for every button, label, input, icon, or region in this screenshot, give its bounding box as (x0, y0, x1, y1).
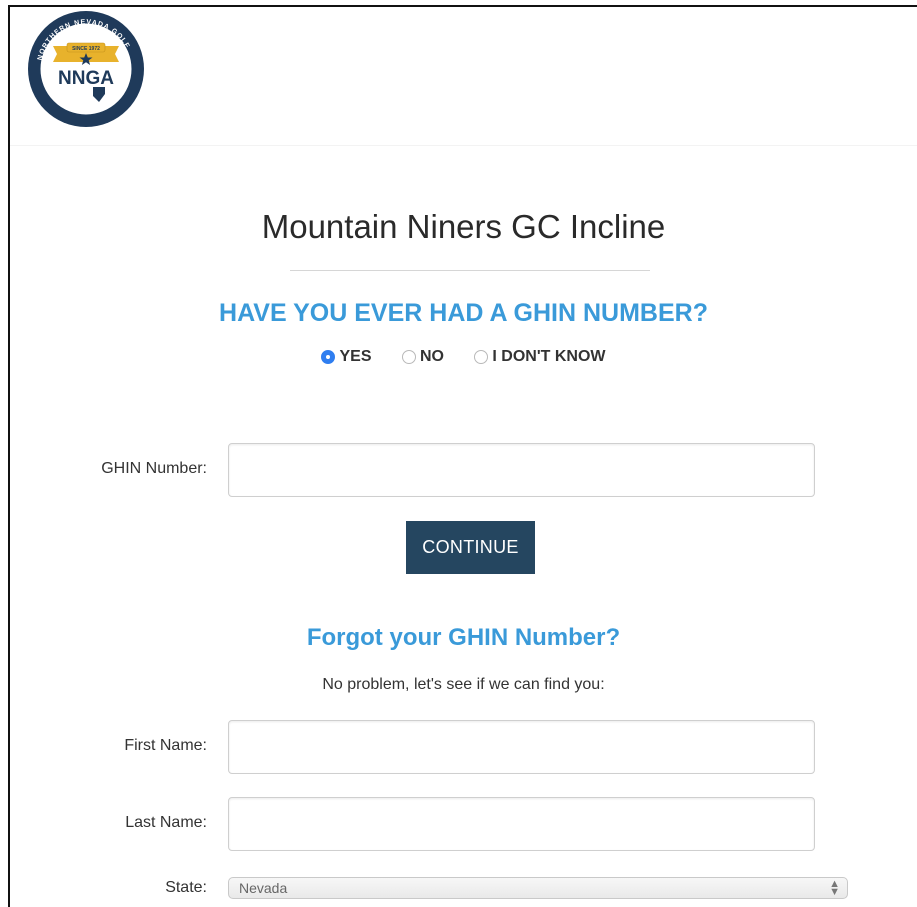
browser-frame: NORTHERN NEVADA GOLF SINCE 1972 SINCE 19… (8, 5, 917, 907)
ghin-radio-group: YES NO I DON'T KNOW (10, 348, 917, 369)
ghin-question-heading: HAVE YOU EVER HAD A GHIN NUMBER? (219, 299, 708, 327)
ghin-number-input[interactable] (228, 443, 815, 497)
radio-yes-label: YES (339, 348, 372, 365)
title-divider (290, 270, 650, 271)
radio-no[interactable]: NO (401, 348, 444, 366)
radio-yes-circle[interactable] (321, 350, 336, 364)
state-select-value: Nevada (239, 880, 288, 896)
ghin-number-label: GHIN Number: (101, 460, 207, 477)
page-title: Mountain Niners GC Incline (261, 208, 666, 245)
logo-banner-text: SINCE 1972 (72, 46, 100, 52)
forgot-ghin-subtext: No problem, let's see if we can find you… (322, 676, 605, 693)
first-name-input[interactable] (228, 720, 815, 774)
select-updown-icon: ▲ ▼ (829, 878, 840, 898)
nnga-logo[interactable]: NORTHERN NEVADA GOLF SINCE 1972 SINCE 19… (27, 10, 145, 128)
radio-no-circle[interactable] (401, 350, 416, 364)
logo-wordmark: NNGA (58, 68, 114, 89)
radio-dont-know[interactable]: I DON'T KNOW (474, 348, 606, 366)
radio-dont-know-label: I DON'T KNOW (492, 348, 606, 365)
last-name-label: Last Name: (125, 814, 207, 831)
first-name-label: First Name: (124, 737, 207, 754)
state-label: State: (165, 879, 207, 896)
last-name-input[interactable] (228, 797, 815, 851)
radio-dont-know-circle[interactable] (474, 350, 489, 364)
radio-yes[interactable]: YES (321, 348, 371, 366)
radio-no-label: NO (419, 348, 444, 365)
continue-button[interactable]: CONTINUE (406, 521, 535, 574)
state-select[interactable]: Nevada ▲ ▼ (228, 877, 848, 899)
forgot-ghin-heading: Forgot your GHIN Number? (306, 624, 621, 651)
page-header: NORTHERN NEVADA GOLF SINCE 1972 SINCE 19… (10, 7, 917, 146)
main-content: Mountain Niners GC Incline HAVE YOU EVER… (10, 146, 917, 907)
